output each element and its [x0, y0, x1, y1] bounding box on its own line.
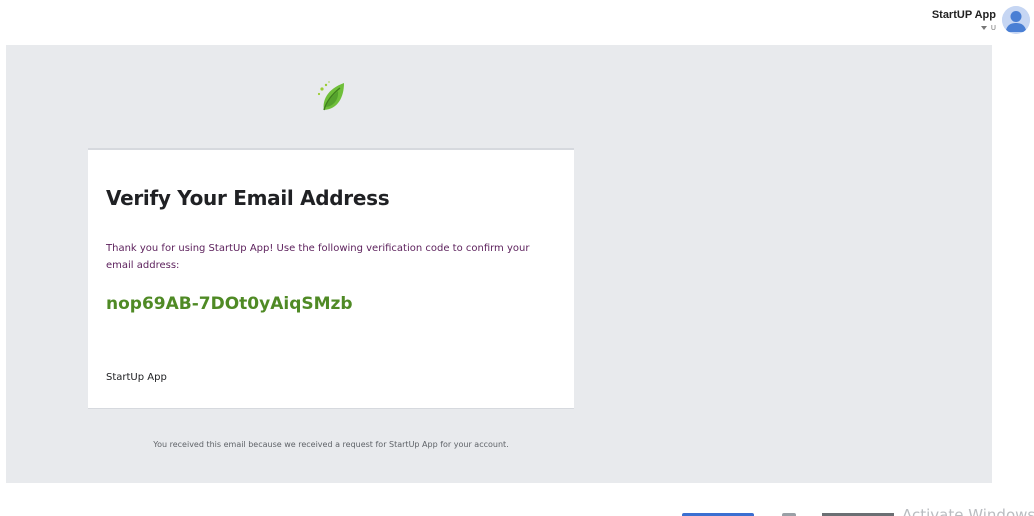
- email-title: Verify Your Email Address: [106, 186, 390, 210]
- avatar-icon[interactable]: [1002, 6, 1030, 34]
- caret-down-icon[interactable]: [980, 26, 987, 30]
- email-card: Verify Your Email Address Thank you for …: [88, 148, 574, 408]
- email-footer-note: You received this email because we recei…: [153, 440, 509, 449]
- email-body: Thank you for using StartUp App! Use the…: [106, 243, 530, 271]
- account-text: StartUP App U: [932, 8, 996, 33]
- account-menu[interactable]: StartUP App U: [932, 6, 1030, 34]
- leaf-logo-icon: [314, 79, 348, 113]
- bottom-strip: Activate Windows: [0, 506, 1034, 516]
- account-sub[interactable]: U: [980, 23, 996, 33]
- email-canvas: Verify Your Email Address Thank you for …: [6, 45, 992, 483]
- verification-code: nop69AB-7DOt0yAiqSMzb: [106, 294, 353, 314]
- account-sub-label: U: [990, 24, 996, 32]
- account-name: StartUP App: [931, 9, 996, 21]
- activate-windows-watermark: Activate Windows: [902, 506, 1034, 516]
- email-signature: StartUp App: [106, 372, 167, 383]
